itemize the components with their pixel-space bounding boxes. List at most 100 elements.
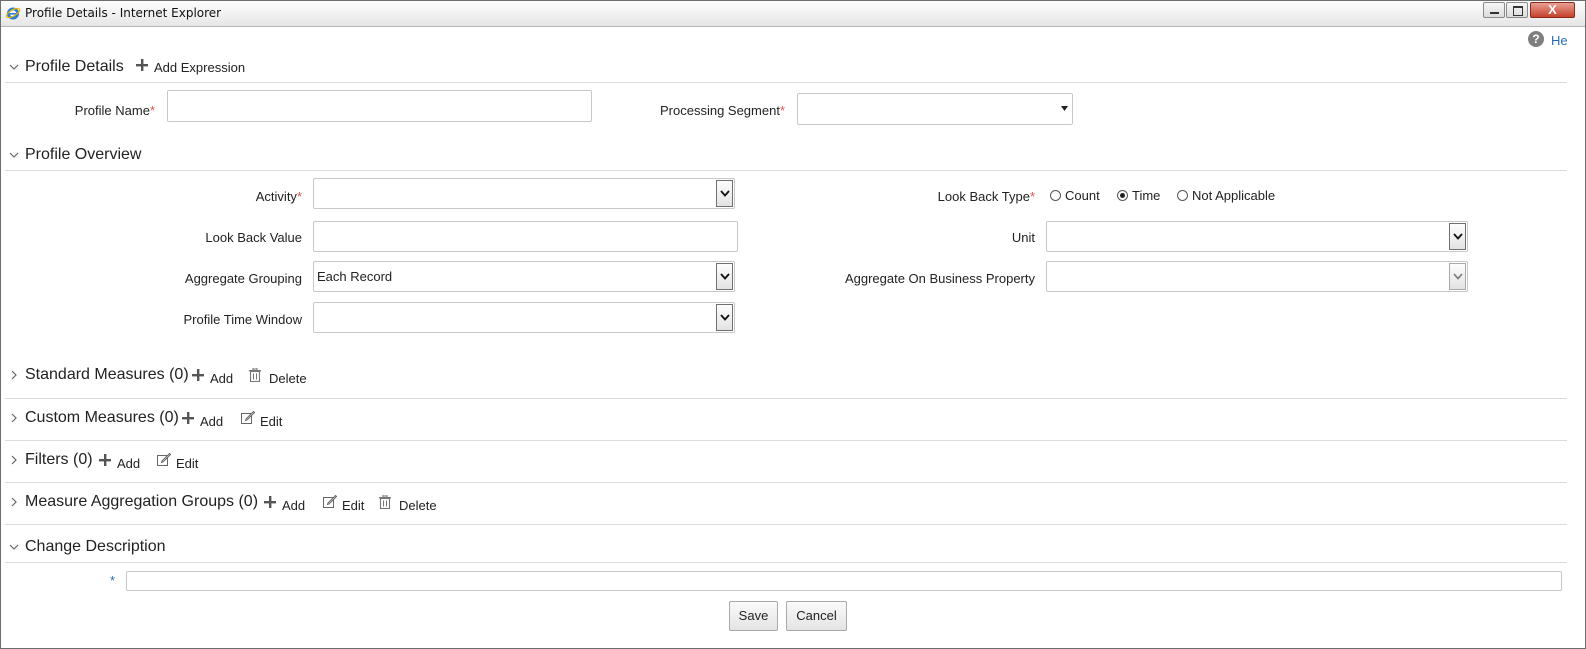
radio-indicator-selected [1117, 190, 1128, 201]
add-custom-measure-button[interactable]: Add [182, 411, 227, 431]
divider [5, 440, 1567, 441]
delete-standard-measure-button[interactable]: Delete [249, 368, 314, 388]
section-title: Measure Aggregation Groups (0) [25, 493, 259, 510]
dropdown-button[interactable] [716, 180, 733, 207]
profile-details-header[interactable]: Profile Details Add Expression [5, 54, 1567, 82]
chevron-down-icon [720, 273, 730, 280]
unit-label: Unit [1011, 230, 1035, 245]
plus-icon [136, 59, 148, 71]
trash-icon [379, 495, 391, 509]
add-standard-measure-button[interactable]: Add [192, 368, 237, 388]
radio-label: Not Applicable [1192, 188, 1276, 203]
filters-header[interactable]: Filters (0) Add Edit [5, 447, 1567, 475]
edit-custom-measure-button[interactable]: Edit [241, 411, 289, 431]
divider [5, 562, 1567, 563]
ie-logo-icon [5, 7, 21, 20]
dropdown-button[interactable] [716, 263, 733, 290]
caret-down-icon [1061, 106, 1068, 111]
divider [5, 482, 1567, 483]
processing-segment-select[interactable] [797, 93, 1073, 125]
section-title: Filters (0) [25, 451, 93, 468]
section-title: Change Description [25, 538, 166, 555]
custom-measures-header[interactable]: Custom Measures (0) Add Edit [5, 405, 1567, 433]
help-icon: ? [1528, 31, 1544, 47]
divider [5, 398, 1567, 399]
processing-segment-label: Processing Segment* [659, 103, 785, 118]
window-title: Profile Details - Internet Explorer [25, 6, 222, 20]
chevron-right-icon [11, 455, 17, 465]
add-expression-label: Add Expression [154, 60, 246, 75]
chevron-down-icon [9, 544, 19, 550]
dropdown-button[interactable] [716, 304, 733, 331]
chevron-right-icon [11, 413, 17, 423]
chevron-down-icon [9, 64, 19, 70]
close-icon: X [1548, 2, 1557, 17]
chevron-right-icon [11, 370, 17, 380]
look-back-type-label: Look Back Type* [937, 189, 1035, 204]
plus-icon [264, 496, 276, 508]
divider [5, 170, 1567, 171]
divider [5, 82, 1567, 83]
aggregate-grouping-select[interactable]: Each Record [313, 261, 735, 292]
profile-time-window-label: Profile Time Window [183, 312, 302, 327]
activity-label: Activity* [255, 189, 302, 204]
radio-indicator [1177, 190, 1188, 201]
activity-select[interactable] [313, 178, 735, 209]
look-back-value-label: Look Back Value [205, 230, 302, 245]
save-button[interactable]: Save [729, 601, 778, 631]
edit-filter-button[interactable]: Edit [157, 453, 205, 473]
change-description-input[interactable] [126, 571, 1562, 591]
delete-measure-aggregation-group-button[interactable]: Delete [379, 495, 443, 515]
dropdown-button[interactable] [1449, 263, 1466, 290]
trash-icon [249, 368, 261, 382]
radio-label: Time [1132, 188, 1161, 203]
profile-time-window-select[interactable] [313, 302, 735, 333]
plus-icon [182, 412, 194, 424]
edit-icon [323, 495, 337, 508]
chevron-down-icon [9, 152, 19, 158]
unit-select[interactable] [1046, 221, 1468, 252]
add-measure-aggregation-group-button[interactable]: Add [264, 495, 309, 515]
aggregate-grouping-value: Each Record [317, 269, 393, 284]
radio-indicator [1050, 190, 1061, 201]
edit-icon [241, 411, 255, 424]
section-title: Custom Measures (0) [25, 409, 179, 426]
chevron-down-icon [720, 190, 730, 197]
section-title: Standard Measures (0) [25, 366, 189, 383]
plus-icon [99, 454, 111, 466]
profile-name-input[interactable] [167, 90, 592, 122]
edit-icon [157, 453, 171, 466]
maximize-button[interactable] [1506, 2, 1528, 18]
chevron-right-icon [11, 497, 17, 507]
title-bar: Profile Details - Internet Explorer X [1, 1, 1585, 27]
change-description-header[interactable]: Change Description [5, 534, 1567, 562]
edit-measure-aggregation-group-button[interactable]: Edit [323, 495, 369, 515]
close-button[interactable]: X [1530, 2, 1575, 18]
add-expression-button[interactable]: Add Expression [136, 58, 256, 78]
chevron-down-icon [1453, 233, 1463, 240]
standard-measures-header[interactable]: Standard Measures (0) Add Delete [5, 362, 1567, 390]
measure-aggregation-groups-header[interactable]: Measure Aggregation Groups (0) Add Edit … [5, 489, 1567, 517]
change-description-required-mark: * [109, 573, 115, 588]
help-label: He [1551, 33, 1568, 48]
minimize-icon [1490, 12, 1499, 14]
aggregate-on-business-property-label: Aggregate On Business Property [844, 271, 1035, 286]
minimize-button[interactable] [1483, 2, 1505, 18]
section-title: Profile Details [25, 58, 124, 75]
plus-icon [192, 369, 204, 381]
dropdown-button[interactable] [1449, 223, 1466, 250]
add-filter-button[interactable]: Add [99, 453, 144, 473]
profile-name-label: Profile Name* [74, 103, 155, 118]
chevron-down-icon [720, 314, 730, 321]
look-back-value-input[interactable] [313, 221, 738, 252]
browser-window: Profile Details - Internet Explorer X ? … [0, 0, 1586, 649]
chevron-down-icon [1453, 273, 1463, 280]
divider [5, 524, 1567, 525]
maximize-icon [1513, 6, 1523, 16]
aggregate-grouping-label: Aggregate Grouping [184, 271, 302, 286]
aggregate-on-business-property-select[interactable] [1046, 261, 1468, 292]
profile-overview-header[interactable]: Profile Overview [5, 142, 1567, 170]
section-title: Profile Overview [25, 146, 142, 163]
radio-label: Count [1065, 188, 1100, 203]
cancel-button[interactable]: Cancel [786, 601, 847, 631]
